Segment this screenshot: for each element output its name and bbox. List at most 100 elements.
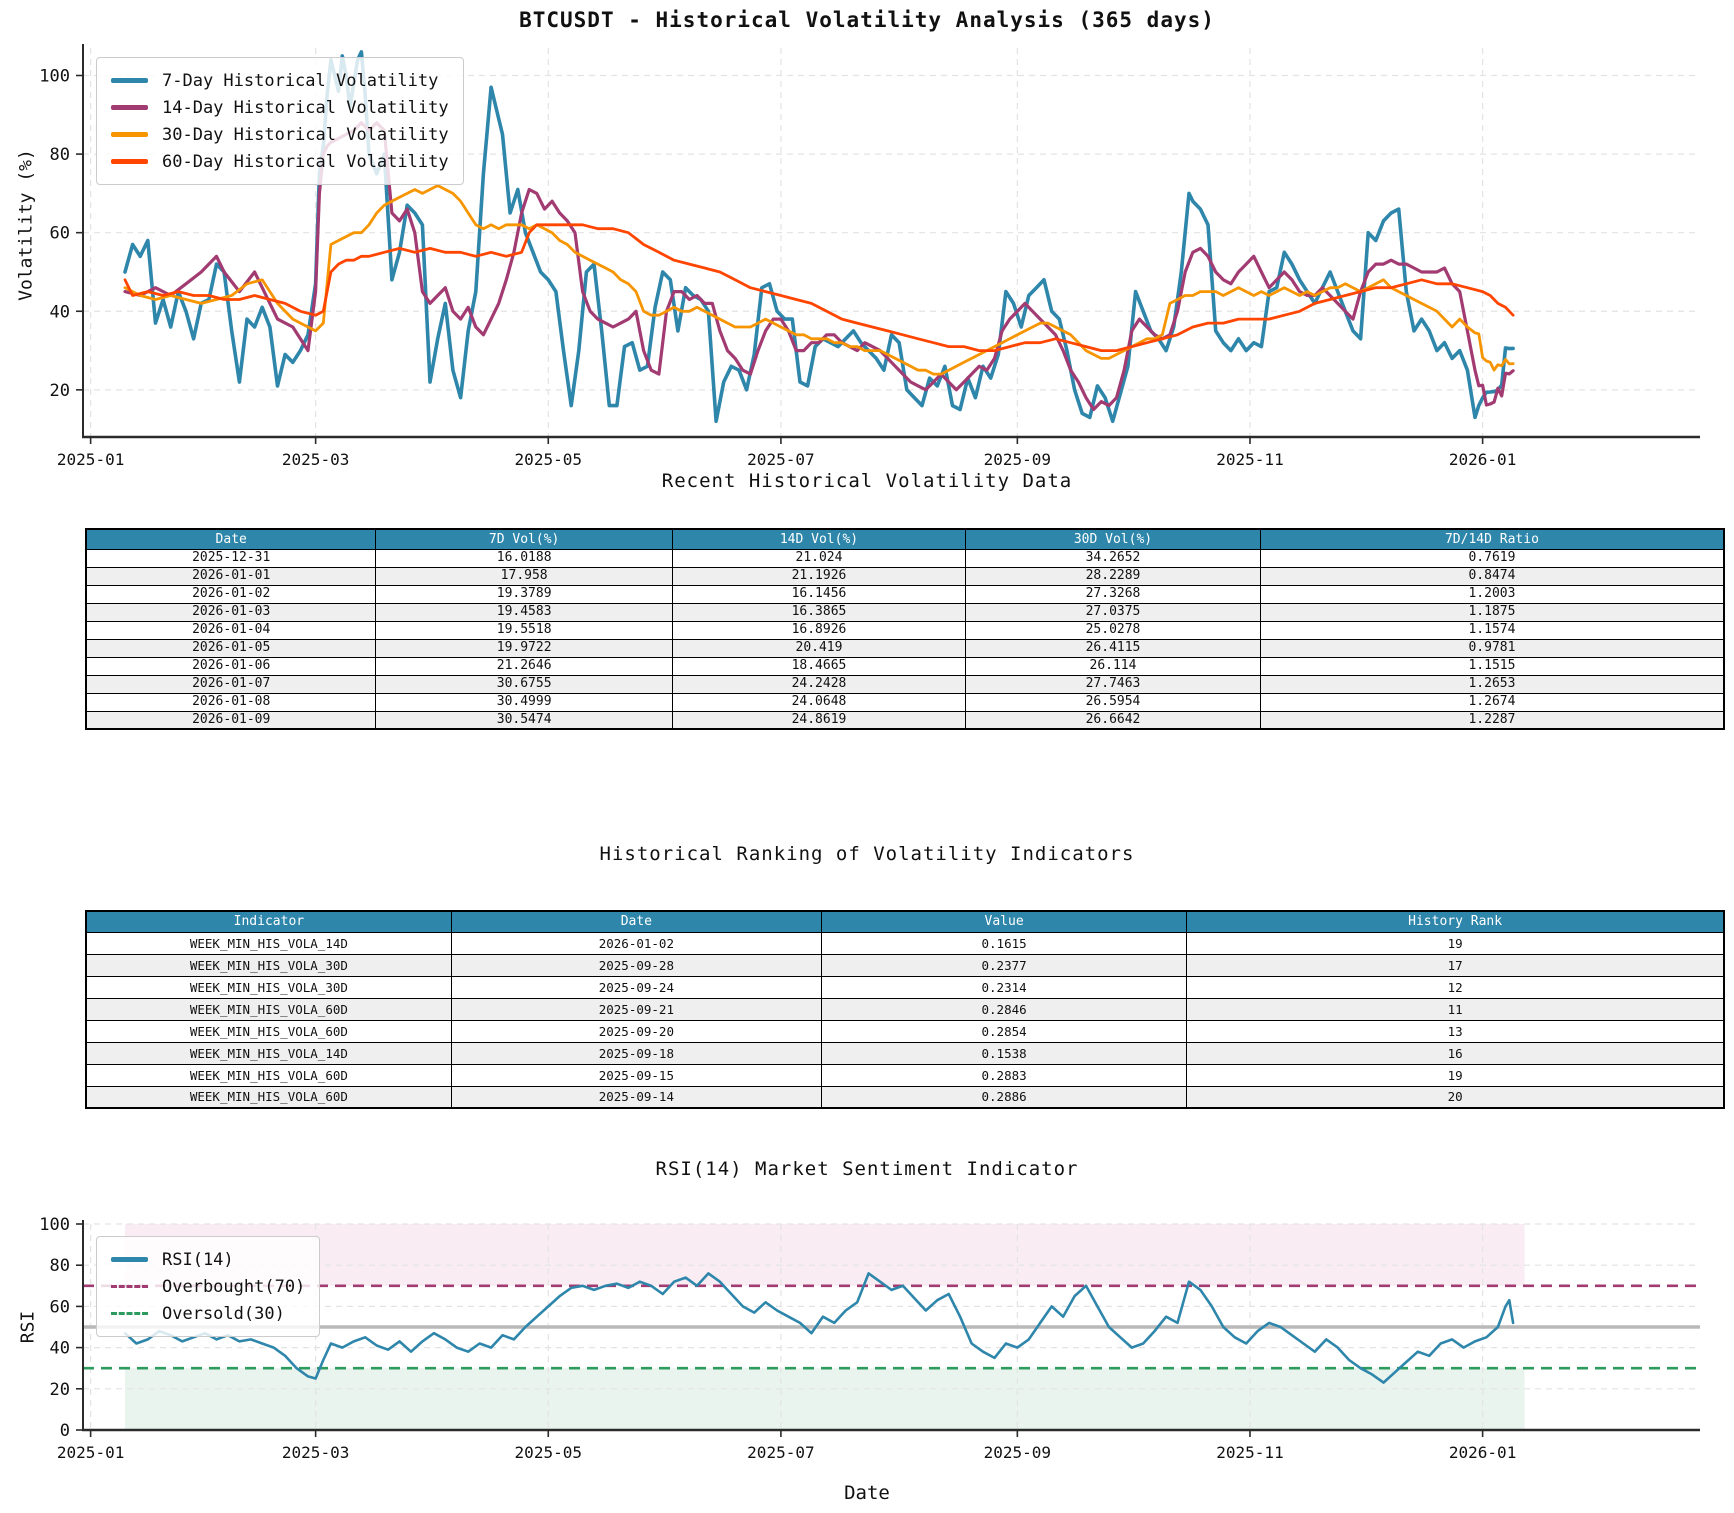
table-cell: 2026-01-09 bbox=[85, 710, 377, 730]
table-cell: 1.1574 bbox=[1259, 620, 1725, 640]
column-header: Value bbox=[820, 910, 1188, 933]
table-cell: 2025-12-31 bbox=[85, 548, 377, 568]
legend-item-oversold: Oversold(30) bbox=[111, 1300, 305, 1327]
legend-overbought-dash-icon bbox=[111, 1285, 148, 1288]
table-row: 2026-01-03 19.4583 16.3865 27.0375 1.1875 bbox=[85, 602, 1725, 622]
legend-label-oversold: Oversold(30) bbox=[162, 1303, 285, 1324]
y-tick-label: 100 bbox=[39, 67, 70, 87]
header-row: Indicator Date Value History Rank bbox=[85, 910, 1725, 933]
table-cell: 27.3268 bbox=[965, 584, 1261, 604]
table-cell: 12 bbox=[1186, 975, 1725, 999]
table-cell: 19.9722 bbox=[375, 638, 673, 658]
volatility-ranking-table-body: WEEK_MIN_HIS_VOLA_14D 2026-01-02 0.1615 19 W… bbox=[85, 931, 1725, 1109]
y-tick-label: 40 bbox=[50, 302, 70, 322]
table-row: 2026-01-06 21.2646 18.4665 26.114 1.1515 bbox=[85, 656, 1725, 676]
table-cell: 24.8619 bbox=[671, 710, 967, 730]
x-tick-label: 2025-11 bbox=[1216, 1443, 1283, 1462]
recent-volatility-table-body: 2025-12-31 16.0188 21.024 34.2652 0.7619 2026… bbox=[85, 548, 1725, 730]
table-cell: 16.1456 bbox=[671, 584, 967, 604]
y-tick-label: 20 bbox=[50, 381, 70, 401]
table-cell: 13 bbox=[1186, 1019, 1725, 1043]
volatility-ranking-table: Indicator Date Value History Rank WEEK_MIN_… bbox=[85, 910, 1725, 1109]
legend-oversold-dash-icon bbox=[111, 1312, 148, 1315]
table-row: 2026-01-09 30.5474 24.8619 26.6642 1.2287 bbox=[85, 710, 1725, 730]
recent-data-section-title: Recent Historical Volatility Data bbox=[661, 470, 1073, 492]
table-row: 2026-01-07 30.6755 24.2428 27.7463 1.2653 bbox=[85, 674, 1725, 694]
table-row: WEEK_MIN_HIS_VOLA_60D 2025-09-14 0.2886 20 bbox=[85, 1085, 1725, 1109]
y-tick-label: 80 bbox=[50, 145, 70, 165]
recent-volatility-table-header: Date 7D Vol(%) 14D Vol(%) 30D Vol(%) 7D/14D … bbox=[85, 528, 1725, 550]
y-tick-label: 60 bbox=[50, 1297, 70, 1317]
table-cell: 16 bbox=[1186, 1041, 1725, 1065]
column-header: 30D Vol(%) bbox=[965, 528, 1261, 550]
table-cell: WEEK_MIN_HIS_VOLA_14D bbox=[85, 931, 452, 955]
table-cell: WEEK_MIN_HIS_VOLA_30D bbox=[85, 975, 452, 999]
x-tick-label: 2026-01 bbox=[1449, 450, 1516, 469]
table-cell: 24.0648 bbox=[671, 692, 967, 712]
table-cell: 2026-01-01 bbox=[85, 566, 377, 586]
legend-line-14d-icon bbox=[111, 105, 148, 110]
table-cell: 2025-09-21 bbox=[450, 997, 822, 1021]
column-header: 7D Vol(%) bbox=[375, 528, 673, 550]
table-cell: 28.2289 bbox=[965, 566, 1261, 586]
table-cell: 1.1875 bbox=[1259, 602, 1725, 622]
x-tick-label: 2025-07 bbox=[747, 450, 814, 469]
volatility-chart-legend: 7-Day Historical Volatility 14-Day Histo… bbox=[96, 57, 464, 185]
table-cell: 0.7619 bbox=[1259, 548, 1725, 568]
series-line-2 bbox=[123, 184, 1515, 376]
table-cell: 2025-09-24 bbox=[450, 975, 822, 999]
table-cell: 11 bbox=[1186, 997, 1725, 1021]
table-cell: 0.2886 bbox=[820, 1085, 1188, 1109]
rsi-chart-legend: RSI(14) Overbought(70) Oversold(30) bbox=[96, 1236, 321, 1337]
ranking-section-title: Historical Ranking of Volatility Indicat… bbox=[599, 843, 1135, 865]
y-tick-label: 60 bbox=[50, 224, 70, 244]
table-cell: 16.8926 bbox=[671, 620, 967, 640]
table-row: 2026-01-01 17.958 21.1926 28.2289 0.8474 bbox=[85, 566, 1725, 586]
legend-line-30d-icon bbox=[111, 132, 148, 137]
x-tick-label: 2025-09 bbox=[984, 1443, 1051, 1462]
column-header: 14D Vol(%) bbox=[671, 528, 967, 550]
table-row: WEEK_MIN_HIS_VOLA_14D 2026-01-02 0.1615 19 bbox=[85, 931, 1725, 955]
table-cell: 27.7463 bbox=[965, 674, 1261, 694]
legend-label-60d: 60-Day Historical Volatility bbox=[162, 151, 449, 172]
x-tick-label: 2025-01 bbox=[57, 1443, 124, 1462]
legend-item-60d: 60-Day Historical Volatility bbox=[111, 148, 449, 175]
rsi-x-axis-label: Date bbox=[844, 1482, 890, 1504]
x-tick-label: 2026-01 bbox=[1449, 1443, 1516, 1462]
table-cell: 26.5954 bbox=[965, 692, 1261, 712]
table-cell: 1.2653 bbox=[1259, 674, 1725, 694]
table-cell: 24.2428 bbox=[671, 674, 967, 694]
table-cell: 2026-01-08 bbox=[85, 692, 377, 712]
table-cell: 19 bbox=[1186, 931, 1725, 955]
legend-label-14d: 14-Day Historical Volatility bbox=[162, 97, 449, 118]
table-row: WEEK_MIN_HIS_VOLA_60D 2025-09-15 0.2883 19 bbox=[85, 1063, 1725, 1087]
x-tick-label: 2025-05 bbox=[515, 1443, 582, 1462]
table-row: 2026-01-05 19.9722 20.419 26.4115 0.9781 bbox=[85, 638, 1725, 658]
volatility-ranking-table-header: Indicator Date Value History Rank bbox=[85, 910, 1725, 933]
table-cell: 2025-09-15 bbox=[450, 1063, 822, 1087]
table-cell: 17 bbox=[1186, 953, 1725, 977]
table-cell: 1.1515 bbox=[1259, 656, 1725, 676]
table-cell: WEEK_MIN_HIS_VOLA_60D bbox=[85, 1063, 452, 1087]
x-tick-label: 2025-03 bbox=[282, 1443, 349, 1462]
table-cell: 2026-01-06 bbox=[85, 656, 377, 676]
volatility-chart-title: BTCUSDT - Historical Volatility Analysis… bbox=[519, 8, 1215, 32]
oversold-zone-band bbox=[124, 1368, 1525, 1430]
column-header: History Rank bbox=[1186, 910, 1725, 933]
table-cell: 16.0188 bbox=[375, 548, 673, 568]
table-cell: 19 bbox=[1186, 1063, 1725, 1087]
table-cell: 19.3789 bbox=[375, 584, 673, 604]
y-tick-label: 20 bbox=[50, 1380, 70, 1400]
table-cell: 19.4583 bbox=[375, 602, 673, 622]
table-cell: 1.2287 bbox=[1259, 710, 1725, 730]
table-cell: 21.1926 bbox=[671, 566, 967, 586]
table-row: WEEK_MIN_HIS_VOLA_30D 2025-09-24 0.2314 12 bbox=[85, 975, 1725, 999]
table-cell: WEEK_MIN_HIS_VOLA_60D bbox=[85, 997, 452, 1021]
legend-item-overbought: Overbought(70) bbox=[111, 1273, 305, 1300]
table-cell: 30.6755 bbox=[375, 674, 673, 694]
table-row: WEEK_MIN_HIS_VOLA_60D 2025-09-21 0.2846 11 bbox=[85, 997, 1725, 1021]
table-cell: 0.2854 bbox=[820, 1019, 1188, 1043]
table-cell: 2026-01-05 bbox=[85, 638, 377, 658]
legend-item-30d: 30-Day Historical Volatility bbox=[111, 121, 449, 148]
legend-line-60d-icon bbox=[111, 159, 148, 164]
